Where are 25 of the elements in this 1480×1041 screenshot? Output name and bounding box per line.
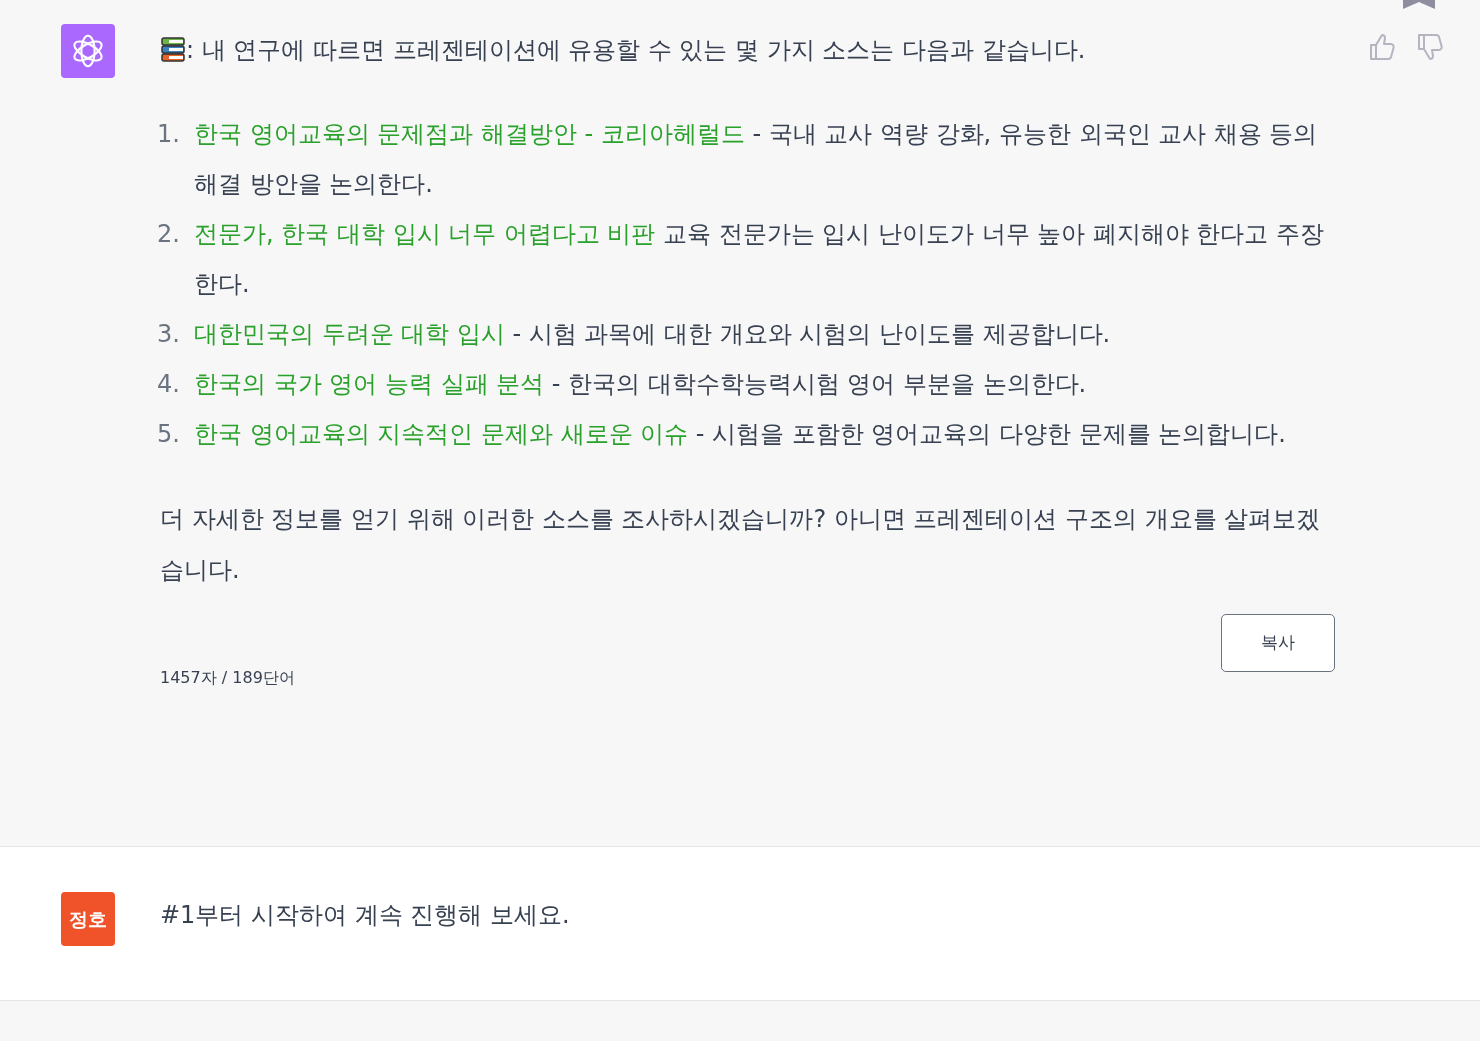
source-link[interactable]: 전문가, 한국 대학 입시 너무 어렵다고 비판 — [194, 220, 656, 248]
source-link[interactable]: 한국의 국가 영어 능력 실패 분석 — [194, 370, 545, 398]
list-item-text: 대한민국의 두려운 대학 입시 - 시험 과목에 대한 개요와 시험의 난이도를 제공합니다. — [194, 319, 1111, 350]
thumbs-up-icon[interactable] — [1367, 32, 1397, 62]
thumbs-down-icon[interactable] — [1415, 32, 1445, 62]
message-text: 더 자세한 정보를 얻기 위해 이러한 소스를 조사하시겠습니까? 아니면 프레젠테이션 구조의 개요를 살펴보겠습니다. — [160, 504, 1322, 586]
list-item-text: 전문가, 한국 대학 입시 너무 어렵다고 비판 교육 전문가는 입시 난이도가 너무 높아 폐지해야 한다고 주장한다. — [194, 219, 1326, 300]
source-link[interactable]: 한국 영어교육의 문제점과 해결방안 - 코리아헤럴드 — [194, 120, 745, 148]
list-number: 2. — [156, 219, 181, 250]
copy-button[interactable]: 복사 — [1221, 614, 1335, 672]
list-item-text: 한국 영어교육의 지속적인 문제와 새로운 이슈 - 시험을 포함한 영어교육의 다양한 문제를 논의합니다. — [194, 419, 1286, 450]
bookmark-icon[interactable] — [1403, 0, 1435, 9]
list-number: 1. — [156, 119, 181, 150]
books-icon — [160, 36, 186, 64]
message-text: : 내 연구에 따르면 프레젠테이션에 유용할 수 있는 몇 가지 소스는 다음과 같습니다. — [186, 35, 1086, 66]
avatar: 정호 — [61, 892, 115, 946]
list-number: 3. — [156, 319, 181, 350]
source-link[interactable]: 대한민국의 두려운 대학 입시 — [194, 320, 505, 348]
word-count: 1457자 / 189단어 — [160, 667, 295, 689]
list-number: 5. — [156, 419, 181, 450]
list-item-text: 한국 영어교육의 문제점과 해결방안 - 코리아헤럴드 - 국내 교사 역량 강화, 유능한 외국인 교사 채용 등의 해결 방안을 논의한다. — [194, 119, 1319, 200]
message-text: #1부터 시작하여 계속 진행해 보세요. — [160, 900, 571, 931]
source-link[interactable]: 한국 영어교육의 지속적인 문제와 새로운 이슈 — [194, 420, 689, 448]
list-number: 4. — [156, 369, 181, 400]
list-item-text: 한국의 국가 영어 능력 실패 분석 - 한국의 대학수학능력시험 영어 부분을 논의한다. — [194, 369, 1087, 400]
